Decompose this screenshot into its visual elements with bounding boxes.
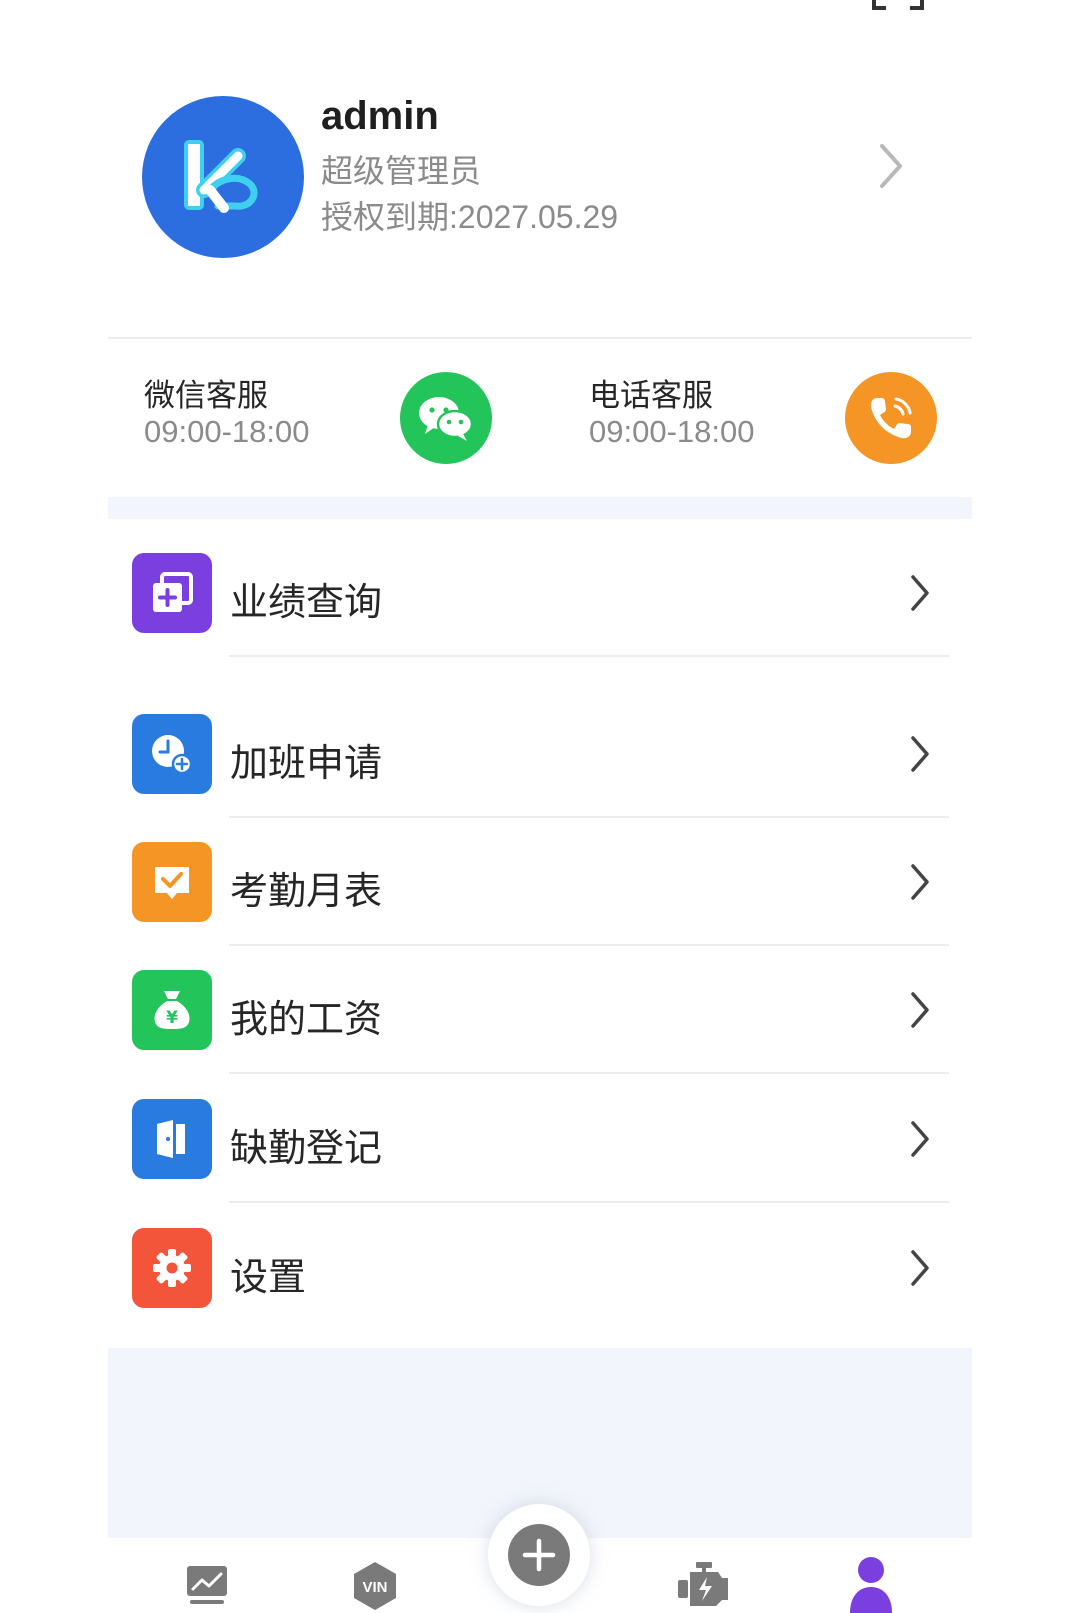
- menu-item-overtime[interactable]: 加班申请: [108, 690, 972, 818]
- chevron-right-icon: [911, 575, 929, 611]
- username: admin: [321, 94, 439, 138]
- divider: [229, 1201, 949, 1203]
- chevron-right-icon: [911, 864, 929, 900]
- add-button[interactable]: [488, 1504, 590, 1606]
- wechat-button[interactable]: [400, 372, 492, 464]
- svg-text:¥: ¥: [166, 1008, 178, 1028]
- profile-header[interactable]: admin 超级管理员 授权到期:2027.05.29: [108, 80, 972, 280]
- vin-label: VIN: [362, 1579, 387, 1596]
- menu-item-attendance[interactable]: 考勤月表: [108, 818, 972, 946]
- divider: [229, 655, 949, 657]
- tab-engine[interactable]: [676, 1560, 734, 1610]
- chevron-right-icon: [911, 1121, 929, 1157]
- wechat-support-title: 微信客服: [144, 378, 268, 413]
- menu-item-label: 我的工资: [230, 999, 383, 1041]
- menu-item-label: 考勤月表: [230, 871, 383, 913]
- profile-icon: [850, 1557, 892, 1613]
- menu-item-label: 设置: [230, 1257, 307, 1299]
- divider: [108, 337, 972, 339]
- tab-profile[interactable]: [848, 1555, 894, 1613]
- section-separator: [108, 497, 972, 519]
- wechat-icon: [419, 397, 474, 441]
- salary-bag-icon: ¥: [132, 970, 212, 1050]
- user-role: 超级管理员: [321, 153, 482, 189]
- absence-door-icon: [132, 1099, 212, 1179]
- chevron-right-icon: [880, 144, 902, 188]
- attendance-icon: [132, 842, 212, 922]
- license-expiry: 授权到期:2027.05.29: [321, 199, 619, 235]
- phone-icon: [870, 397, 912, 439]
- menu-item-label: 加班申请: [230, 743, 383, 785]
- settings-gear-icon: [132, 1228, 212, 1308]
- scan-icon[interactable]: [872, 0, 924, 12]
- phone-button[interactable]: [845, 372, 937, 464]
- tab-vin[interactable]: VIN: [350, 1560, 400, 1612]
- add-icon: [508, 1524, 570, 1586]
- chevron-right-icon: [911, 1250, 929, 1286]
- menu-item-performance[interactable]: 业绩查询: [108, 529, 972, 657]
- app-logo-icon: [184, 140, 258, 213]
- menu-item-label: 缺勤登记: [230, 1128, 383, 1170]
- engine-icon: [678, 1562, 728, 1606]
- chart-icon: [187, 1566, 227, 1604]
- tab-statistics[interactable]: [184, 1562, 230, 1608]
- divider: [229, 1072, 949, 1074]
- menu-item-settings[interactable]: 设置: [108, 1204, 972, 1332]
- overtime-clock-icon: [132, 714, 212, 794]
- phone-support-title: 电话客服: [589, 378, 713, 413]
- menu-item-absence[interactable]: 缺勤登记: [108, 1075, 972, 1203]
- vin-icon: VIN: [354, 1562, 396, 1610]
- phone-support[interactable]: 电话客服 09:00-18:00: [589, 360, 949, 470]
- wechat-support[interactable]: 微信客服 09:00-18:00: [144, 360, 504, 470]
- performance-icon: [132, 553, 212, 633]
- phone-support-hours: 09:00-18:00: [589, 414, 755, 449]
- chevron-right-icon: [911, 992, 929, 1028]
- wechat-support-hours: 09:00-18:00: [144, 414, 310, 449]
- menu-item-salary[interactable]: ¥ 我的工资: [108, 946, 972, 1074]
- profile-page: admin 超级管理员 授权到期:2027.05.29 微信客服 09:00-1…: [0, 0, 1080, 1613]
- menu-item-label: 业绩查询: [230, 582, 383, 624]
- avatar[interactable]: [142, 96, 304, 258]
- chevron-right-icon: [911, 736, 929, 772]
